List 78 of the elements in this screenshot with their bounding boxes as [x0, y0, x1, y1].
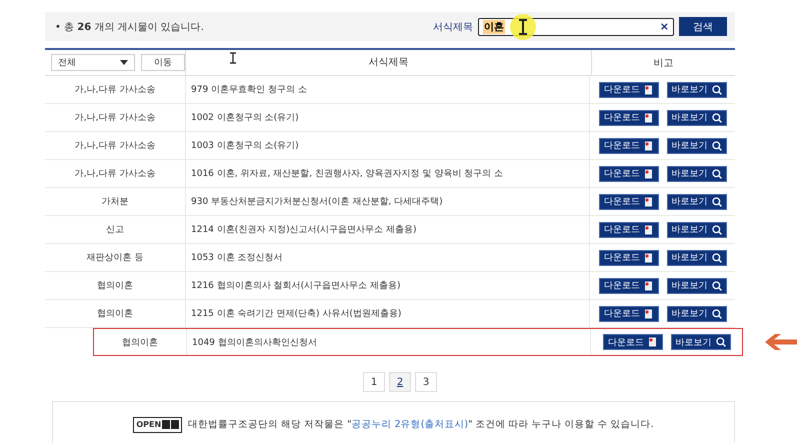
search-icon [712, 280, 722, 290]
download-button[interactable]: 다운로드 [598, 138, 658, 154]
document-icon [644, 308, 653, 318]
table-cell: 1216 협의이혼의사 철회서(시구읍면사무소 제출용) [185, 272, 590, 299]
column-header: 비고 [652, 56, 674, 70]
page-link[interactable]: 3 [415, 372, 437, 392]
view-button[interactable]: 바로보기 [666, 82, 726, 98]
table-cell: 1003 이혼청구의 소(유기) [185, 132, 590, 159]
view-button[interactable]: 바로보기 [666, 110, 726, 126]
arrow-icon [765, 334, 797, 350]
view-button[interactable]: 바로보기 [666, 222, 726, 238]
download-button[interactable]: 다운로드 [598, 250, 658, 266]
table-cell: 1002 이혼청구의 소(유기) [185, 104, 590, 131]
table-cell-text: 가처분 [100, 196, 130, 208]
download-button[interactable]: 다운로드 [598, 194, 658, 210]
page-link[interactable]: 2 [389, 372, 411, 392]
table-cell: 979 이혼무효확인 청구의 소 [185, 76, 590, 103]
table-cell-text: 신고 [105, 224, 125, 236]
document-icon [648, 337, 657, 347]
document-icon [644, 168, 653, 178]
table-cell: 1053 이혼 조정신청서 [185, 244, 590, 271]
view-button[interactable]: 바로보기 [666, 278, 726, 294]
document-icon [644, 112, 653, 122]
search-icon [712, 224, 722, 234]
table-cell-text: 재판상이혼 등 [86, 252, 144, 264]
table-cell-text: 협의이혼 [96, 308, 134, 320]
document-icon [644, 196, 653, 206]
download-button[interactable]: 다운로드 [598, 110, 658, 126]
license-text: 대한법률구조공단의 해당 저작물은 "공공누리 2유형(출처표시)" 조건에 따라 누구나 이용할 수 있습니다. [188, 418, 654, 431]
search-icon [712, 308, 722, 318]
search-icon [712, 196, 722, 206]
table-cell: 1215 이혼 숙려기간 면제(단축) 사유서(법원제출용) [185, 300, 590, 327]
table-cell: 1049 협의이혼의사확인신청서 [186, 329, 591, 355]
search-icon [712, 84, 722, 94]
document-icon [644, 140, 653, 150]
table-cell: 1214 이혼(친권자 지정)신고서(시구읍면사무소 제출용) [185, 216, 590, 243]
search-icon [712, 168, 722, 178]
download-button[interactable]: 다운로드 [598, 306, 658, 322]
document-icon [644, 252, 653, 262]
table-cell: 930 부동산처분금지가처분신청서(이혼 재산분할, 다세대주택) [185, 188, 590, 215]
table-cell-text: 협의이혼 [96, 280, 134, 292]
column-header: 서식제목 [185, 50, 592, 75]
license-link[interactable]: 공공누리 2유형(출처표시) [352, 419, 468, 430]
document-icon [644, 84, 653, 94]
text-cursor-icon [229, 52, 237, 64]
caret-icon [120, 60, 128, 65]
view-button[interactable]: 바로보기 [670, 334, 730, 350]
view-button[interactable]: 바로보기 [666, 194, 726, 210]
view-button[interactable]: 바로보기 [666, 306, 726, 322]
license-badge: OPEN [133, 416, 182, 432]
clear-button[interactable]: × [660, 20, 669, 33]
table-cell-text: 협의이혼 [121, 336, 159, 348]
search-icon [712, 140, 722, 150]
table-cell-text: 가,나,다류 가사소송 [74, 168, 156, 180]
search-icon [712, 112, 722, 122]
download-button[interactable]: 다운로드 [598, 82, 658, 98]
search-icon [712, 252, 722, 262]
view-button[interactable]: 바로보기 [666, 166, 726, 182]
document-icon [644, 224, 653, 234]
download-button[interactable]: 다운로드 [602, 334, 662, 350]
search-icon [716, 337, 726, 347]
move-button[interactable]: 이동 [141, 54, 185, 71]
download-button[interactable]: 다운로드 [598, 278, 658, 294]
download-button[interactable]: 다운로드 [598, 222, 658, 238]
post-count-text: • 총 26 개의 게시물이 있습니다. [55, 20, 204, 34]
view-button[interactable]: 바로보기 [666, 138, 726, 154]
page-link[interactable]: 1 [363, 372, 385, 392]
download-button[interactable]: 다운로드 [598, 166, 658, 182]
table-cell-text: 가,나,다류 가사소송 [74, 112, 156, 124]
category-select[interactable]: 전체 [51, 54, 135, 71]
document-icon [644, 280, 653, 290]
search-label: 서식제목 [433, 20, 473, 34]
table-cell-text: 가,나,다류 가사소송 [74, 84, 156, 96]
cursor-highlight-icon [509, 12, 537, 40]
view-button[interactable]: 바로보기 [666, 250, 726, 266]
search-button[interactable]: 검색 [679, 17, 727, 36]
table-cell: 1016 이혼, 위자료, 재산분할, 친권행사자, 양육권자지정 및 양육비 청구의 소 [185, 160, 590, 187]
table-cell-text: 가,나,다류 가사소송 [74, 140, 156, 152]
